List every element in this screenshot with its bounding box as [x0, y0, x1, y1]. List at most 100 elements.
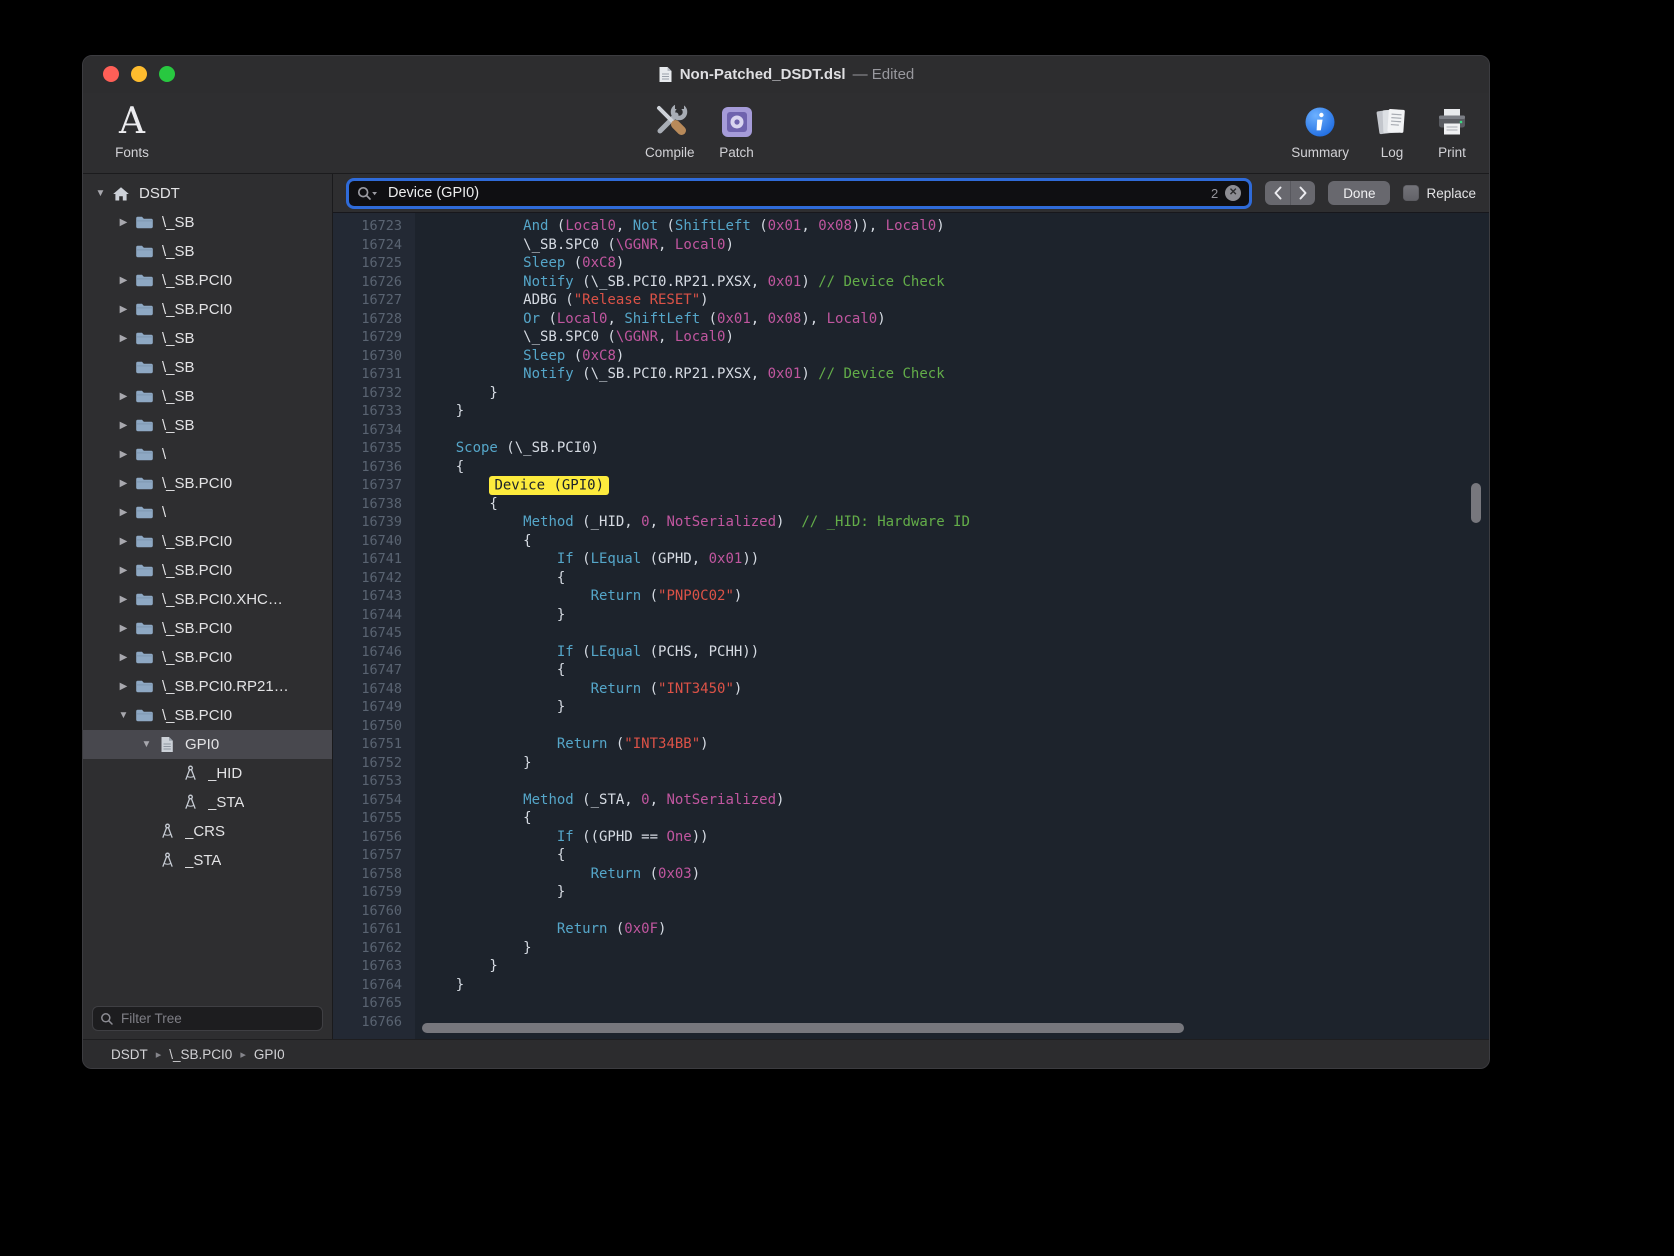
code-line: 16761 Return (0x0F) — [333, 920, 1489, 939]
replace-toggle[interactable]: Replace — [1403, 185, 1476, 201]
tree-item-sb-pci0[interactable]: ▶\_SB.PCI0 — [83, 295, 332, 324]
titlebar[interactable]: Non-Patched_DSDT.dsl — Edited — [83, 56, 1489, 93]
disclosure-triangle-icon[interactable]: ▶ — [114, 382, 133, 411]
code-editor[interactable]: 16723 And (Local0, Not (ShiftLeft (0x01,… — [333, 213, 1489, 1039]
filter-tree-input[interactable] — [119, 1010, 315, 1027]
code-token: ) — [616, 255, 624, 271]
code-token: } — [422, 699, 565, 715]
code-token: \GGNR — [616, 329, 658, 345]
tree-item-dsdt[interactable]: ▼DSDT — [83, 179, 332, 208]
scope-icon — [156, 736, 178, 753]
minimize-button[interactable] — [131, 66, 147, 82]
folder-icon — [133, 331, 155, 346]
disclosure-triangle-icon[interactable]: ▼ — [137, 730, 156, 759]
replace-checkbox[interactable] — [1403, 185, 1419, 201]
tree-item-sb[interactable]: ▶\_SB — [83, 382, 332, 411]
compile-button[interactable]: Compile — [645, 101, 695, 160]
toolbar: A Fonts Compile Patch — [83, 93, 1489, 174]
tree-item-sta[interactable]: _STA — [83, 788, 332, 817]
find-search-field[interactable]: 2 ✕ — [346, 178, 1252, 209]
disclosure-triangle-icon[interactable]: ▶ — [114, 469, 133, 498]
tree-item-sb[interactable]: \_SB — [83, 237, 332, 266]
zoom-button[interactable] — [159, 66, 175, 82]
code-token: Return — [557, 736, 608, 752]
filter-tree-field[interactable] — [92, 1006, 323, 1031]
code-token: ), — [801, 311, 826, 327]
find-previous-button[interactable] — [1265, 181, 1290, 205]
tree-item-sb[interactable]: \_SB — [83, 353, 332, 382]
tree-item-[interactable]: ▶\ — [83, 498, 332, 527]
vertical-scrollbar[interactable] — [1471, 483, 1481, 523]
print-button[interactable]: Print — [1435, 101, 1469, 160]
disclosure-triangle-icon[interactable]: ▶ — [114, 295, 133, 324]
patch-label: Patch — [719, 145, 754, 160]
tree-item-sb[interactable]: ▶\_SB — [83, 208, 332, 237]
search-menu-icon[interactable] — [357, 186, 379, 201]
tree-item-sb[interactable]: ▶\_SB — [83, 324, 332, 353]
tree-item-[interactable]: ▶\ — [83, 440, 332, 469]
breadcrumb-item: \_SB.PCI0 — [169, 1047, 232, 1062]
tree-item-crs[interactable]: _CRS — [83, 817, 332, 846]
log-button[interactable]: Log — [1375, 101, 1409, 160]
disclosure-triangle-icon[interactable]: ▶ — [114, 672, 133, 701]
disclosure-triangle-icon[interactable]: ▶ — [114, 208, 133, 237]
code-token: 0x01 — [709, 551, 743, 567]
disclosure-triangle-icon[interactable]: ▶ — [114, 440, 133, 469]
disclosure-triangle-icon[interactable]: ▶ — [114, 556, 133, 585]
code-token: (_STA, — [574, 792, 641, 808]
fonts-button[interactable]: A Fonts — [99, 101, 165, 160]
line-number: 16751 — [333, 735, 415, 754]
tree-item-sta[interactable]: _STA — [83, 846, 332, 875]
tree-item-sb-pci0[interactable]: ▼\_SB.PCI0 — [83, 701, 332, 730]
disclosure-triangle-icon[interactable]: ▶ — [114, 324, 133, 353]
close-button[interactable] — [103, 66, 119, 82]
code-line: 16730 Sleep (0xC8) — [333, 347, 1489, 366]
disclosure-triangle-icon[interactable]: ▶ — [114, 527, 133, 556]
code-text: Return ("PNP0C02") — [415, 587, 742, 606]
replace-label: Replace — [1426, 186, 1476, 201]
tree-item-sb[interactable]: ▶\_SB — [83, 411, 332, 440]
disclosure-triangle-icon[interactable]: ▼ — [91, 179, 110, 208]
tree-item-sb-pci0[interactable]: ▶\_SB.PCI0 — [83, 556, 332, 585]
code-token: , — [607, 311, 624, 327]
code-line: 16728 Or (Local0, ShiftLeft (0x01, 0x08)… — [333, 310, 1489, 329]
code-token — [422, 866, 591, 882]
code-token: 0xC8 — [582, 348, 616, 364]
summary-button[interactable]: Summary — [1291, 101, 1349, 160]
disclosure-triangle-icon[interactable]: ▶ — [114, 643, 133, 672]
code-token: ) — [734, 681, 742, 697]
tree-item-gpi0[interactable]: ▼GPI0 — [83, 730, 332, 759]
disclosure-triangle-icon[interactable]: ▶ — [114, 266, 133, 295]
tree-item-sb-pci0[interactable]: ▶\_SB.PCI0 — [83, 527, 332, 556]
tree-item-sb-pci0[interactable]: ▶\_SB.PCI0 — [83, 643, 332, 672]
find-next-button[interactable] — [1290, 181, 1315, 205]
tree-item-hid[interactable]: _HID — [83, 759, 332, 788]
code-line: 16741 If (LEqual (GPHD, 0x01)) — [333, 550, 1489, 569]
tree-item-sb-pci0-xhc[interactable]: ▶\_SB.PCI0.XHC… — [83, 585, 332, 614]
patch-button[interactable]: Patch — [719, 101, 755, 160]
line-number: 16745 — [333, 624, 415, 643]
tree-item-sb-pci0[interactable]: ▶\_SB.PCI0 — [83, 469, 332, 498]
code-token: ( — [548, 218, 565, 234]
horizontal-scrollbar[interactable] — [422, 1023, 1184, 1033]
done-button[interactable]: Done — [1328, 181, 1390, 205]
disclosure-triangle-icon[interactable]: ▶ — [114, 585, 133, 614]
line-number: 16729 — [333, 328, 415, 347]
clear-search-button[interactable]: ✕ — [1225, 185, 1241, 201]
disclosure-triangle-icon[interactable]: ▼ — [114, 701, 133, 730]
tree-item-sb-pci0[interactable]: ▶\_SB.PCI0 — [83, 614, 332, 643]
find-input[interactable] — [386, 184, 1204, 202]
code-token — [422, 218, 523, 234]
code-token: } — [422, 977, 464, 993]
tree-item-sb-pci0-rp21[interactable]: ▶\_SB.PCI0.RP21… — [83, 672, 332, 701]
tree-item-sb-pci0[interactable]: ▶\_SB.PCI0 — [83, 266, 332, 295]
disclosure-triangle-icon[interactable]: ▶ — [114, 498, 133, 527]
code-token — [422, 588, 591, 604]
disclosure-triangle-icon[interactable]: ▶ — [114, 411, 133, 440]
summary-label: Summary — [1291, 145, 1349, 160]
code-token: ( — [574, 644, 591, 660]
code-text: Or (Local0, ShiftLeft (0x01, 0x08), Loca… — [415, 310, 886, 329]
disclosure-triangle-icon[interactable]: ▶ — [114, 614, 133, 643]
main-content: ▼DSDT▶\_SB\_SB▶\_SB.PCI0▶\_SB.PCI0▶\_SB\… — [83, 174, 1489, 1039]
code-token: \GGNR — [616, 237, 658, 253]
